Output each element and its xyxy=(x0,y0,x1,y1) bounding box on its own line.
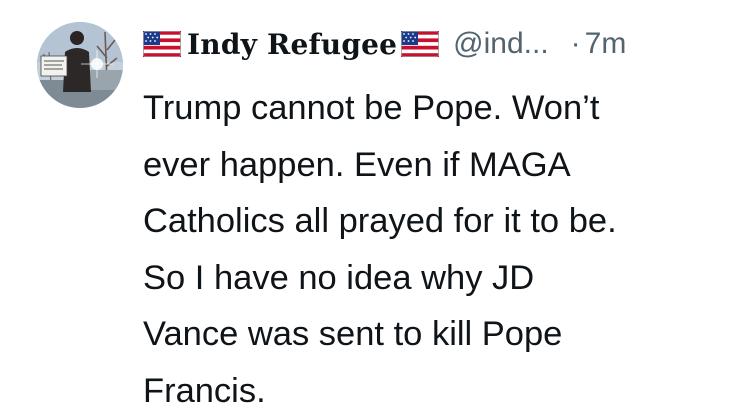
tweet-text-line: Vance was sent to kill Pope xyxy=(143,306,743,363)
tweet[interactable]: Indy Refugee @ind... · 7m Trump cannot xyxy=(0,0,750,416)
separator-dot: · xyxy=(571,27,581,61)
display-name[interactable]: Indy Refugee xyxy=(187,28,397,61)
tweet-text-line: Catholics all prayed for it to be. xyxy=(143,193,743,250)
tweet-text-line: ever happen. Even if MAGA xyxy=(143,137,743,194)
tweet-text: Trump cannot be Pope. Won’t ever happen.… xyxy=(143,80,743,419)
tweet-text-line: So I have no idea why JD xyxy=(143,250,743,307)
user-handle[interactable]: @ind... xyxy=(453,27,549,61)
timestamp[interactable]: 7m xyxy=(585,27,627,61)
avatar[interactable] xyxy=(37,22,123,108)
tweet-text-line: Trump cannot be Pope. Won’t xyxy=(143,80,743,137)
tweet-text-line: Francis. xyxy=(143,363,743,419)
tweet-header: Indy Refugee @ind... · 7m xyxy=(143,22,626,66)
us-flag-icon xyxy=(401,31,439,57)
us-flag-icon xyxy=(143,31,181,57)
